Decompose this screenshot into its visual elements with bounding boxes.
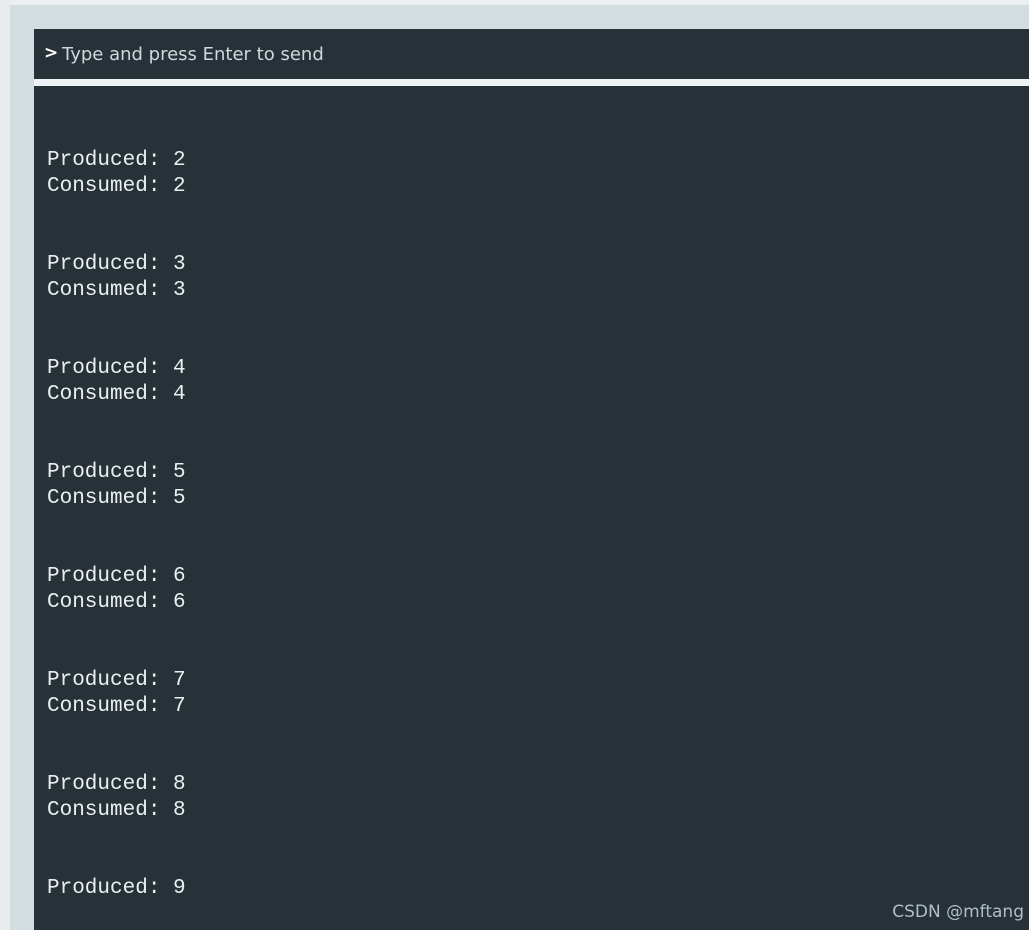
left-gutter bbox=[0, 0, 10, 930]
output-blank-line bbox=[47, 824, 186, 850]
watermark: CSDN @mftang bbox=[892, 902, 1024, 922]
output-blank-line bbox=[47, 538, 186, 564]
output-blank-line bbox=[47, 512, 186, 538]
output-line: Produced: 3 bbox=[47, 253, 186, 276]
output-line: Consumed: 8 bbox=[47, 799, 186, 822]
output-blank-line bbox=[47, 746, 186, 772]
output-blank-line bbox=[47, 720, 186, 746]
output-line: Produced: 2 bbox=[47, 149, 186, 172]
output-line: Produced: 6 bbox=[47, 565, 186, 588]
chevron-right-icon: > bbox=[44, 42, 59, 63]
output-blank-line bbox=[47, 642, 186, 668]
input-divider bbox=[34, 79, 1029, 86]
output-line: Consumed: 5 bbox=[47, 487, 186, 510]
output-lines: Produced: 2 Consumed: 2 Produced: 3 Consume… bbox=[47, 148, 186, 902]
output-line: Consumed: 6 bbox=[47, 591, 186, 614]
output-blank-line bbox=[47, 200, 186, 226]
output-blank-line bbox=[47, 330, 186, 356]
output-line: Produced: 8 bbox=[47, 773, 186, 796]
output-blank-line bbox=[47, 304, 186, 330]
output-line: Consumed: 7 bbox=[47, 695, 186, 718]
output-line: Produced: 4 bbox=[47, 357, 186, 380]
output-line: Consumed: 3 bbox=[47, 279, 186, 302]
output-line: Produced: 5 bbox=[47, 461, 186, 484]
output-line: Produced: 7 bbox=[47, 669, 186, 692]
output-blank-line bbox=[47, 850, 186, 876]
output-blank-line bbox=[47, 616, 186, 642]
output-line: Consumed: 4 bbox=[47, 383, 186, 406]
console-input[interactable] bbox=[62, 39, 1029, 69]
output-blank-line bbox=[47, 408, 186, 434]
output-blank-line bbox=[47, 226, 186, 252]
console-input-bar[interactable]: > bbox=[34, 29, 1029, 79]
output-line: Produced: 9 bbox=[47, 877, 186, 900]
output-line: Consumed: 2 bbox=[47, 175, 186, 198]
console-output[interactable]: Produced: 2 Consumed: 2 Produced: 3 Consume… bbox=[34, 86, 1029, 930]
output-blank-line bbox=[47, 434, 186, 460]
